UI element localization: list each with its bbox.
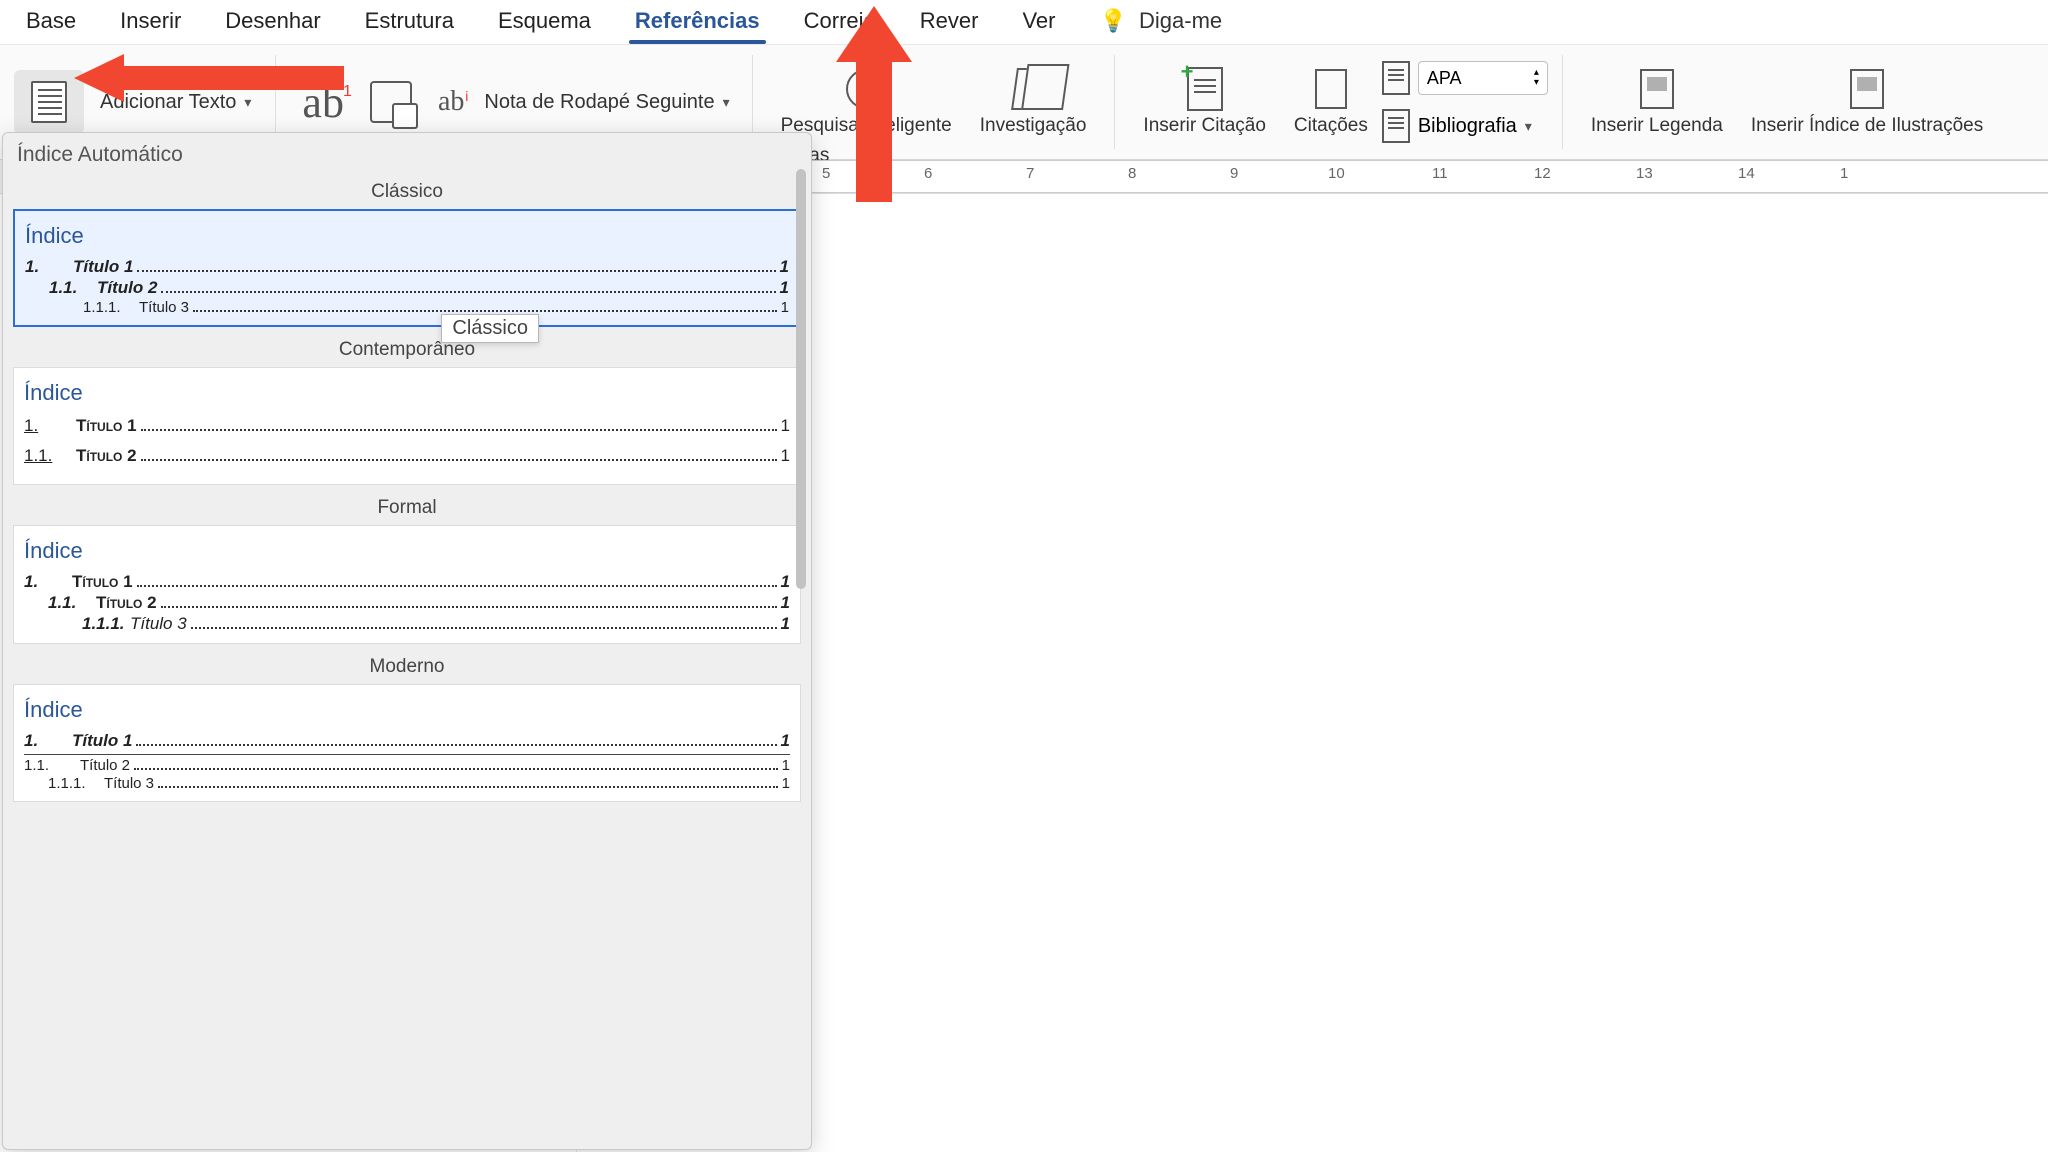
gallery-tooltip: Clássico xyxy=(441,314,539,343)
ruler-tick: 10 xyxy=(1328,165,1345,182)
researcher-label: Investigação xyxy=(980,115,1087,137)
figures-index-icon xyxy=(1850,69,1884,109)
insert-citation-button[interactable]: Inserir Citação xyxy=(1129,67,1280,137)
style-icon xyxy=(1382,61,1410,95)
preview-row: 1.Título 11 xyxy=(24,731,790,751)
preview-row: 1.1.Título 21 xyxy=(24,593,790,613)
gallery-scrollbar[interactable] xyxy=(795,169,807,729)
gallery-option-label: Clássico xyxy=(3,175,811,209)
tellme-label: Diga-me xyxy=(1139,8,1222,33)
preview-row: 1.Título 11 xyxy=(24,416,790,436)
gallery-option-clássico[interactable]: Índice 1.Título 111.1.Título 211.1.1.Títu… xyxy=(13,209,801,327)
preview-heading: Índice xyxy=(24,538,790,564)
researcher-button[interactable]: Investigação xyxy=(966,67,1101,137)
preview-row: 1.1.Título 21 xyxy=(25,278,789,298)
gallery-option-label: Formal xyxy=(3,491,811,525)
tab-inserir[interactable]: Inserir xyxy=(98,2,203,42)
preview-row: 1.1.1.Título 31 xyxy=(24,614,790,634)
insert-caption-button[interactable]: Inserir Legenda xyxy=(1577,67,1737,137)
gallery-option-label: Moderno xyxy=(3,650,811,684)
caption-icon xyxy=(1640,69,1674,109)
lightbulb-icon: 💡 xyxy=(1100,8,1133,33)
preview-row: 1.1.Título 21 xyxy=(24,446,790,466)
insert-citation-label: Inserir Citação xyxy=(1143,115,1266,137)
preview-row: 1.1.Título 21 xyxy=(24,757,790,774)
preview-row: 1.1.1.Título 31 xyxy=(25,299,789,316)
chevron-down-icon: ▾ xyxy=(1525,118,1532,135)
table-of-contents-button[interactable] xyxy=(14,70,84,134)
insert-figures-index-label: Inserir Índice de Ilustrações xyxy=(1751,115,1983,137)
preview-heading: Índice xyxy=(25,223,789,249)
insert-caption-label: Inserir Legenda xyxy=(1591,115,1723,137)
tab-correio[interactable]: Correio xyxy=(782,2,898,42)
insert-figures-index-button[interactable]: Inserir Índice de Ilustrações xyxy=(1737,67,1997,137)
preview-row: 1.Título 11 xyxy=(24,572,790,592)
bibliography-dropdown[interactable]: Bibliografia ▾ xyxy=(1382,109,1548,143)
bibliography-label: Bibliografia xyxy=(1418,115,1517,138)
ruler-tick: 11 xyxy=(1432,165,1448,182)
citation-style-selector[interactable]: APA ▴▾ xyxy=(1382,61,1548,95)
chevron-down-icon: ▾ xyxy=(723,94,730,111)
toc-icon xyxy=(31,81,67,123)
ribbon-tabs: Base Inserir Desenhar Estrutura Esquema … xyxy=(0,0,2048,44)
insert-endnote-icon[interactable]: abi xyxy=(426,86,476,118)
ruler-tick: 8 xyxy=(1128,165,1136,182)
tab-referencias[interactable]: Referências xyxy=(613,2,782,42)
add-text-label: Adicionar Texto xyxy=(100,91,236,114)
ruler-tick: 14 xyxy=(1738,165,1755,182)
citation-style-value: APA xyxy=(1427,68,1462,89)
ruler-tick: 7 xyxy=(1026,165,1034,182)
tab-estrutura[interactable]: Estrutura xyxy=(343,2,476,42)
add-text-dropdown[interactable]: Adicionar Texto ▾ xyxy=(90,85,261,120)
preview-heading: Índice xyxy=(24,380,790,406)
preview-heading: Índice xyxy=(24,697,790,723)
info-icon xyxy=(846,69,886,109)
gallery-option-formal[interactable]: Índice 1.Título 111.1.Título 211.1.1.Títu… xyxy=(13,525,801,644)
tab-ver[interactable]: Ver xyxy=(1000,2,1077,42)
citations-icon xyxy=(1315,69,1347,109)
preview-row: 1.Título 11 xyxy=(25,257,789,277)
ruler-tick: 13 xyxy=(1636,165,1653,182)
gallery-option-label: Contemporâneo xyxy=(3,333,811,367)
tab-rever[interactable]: Rever xyxy=(898,2,1001,42)
tab-desenhar[interactable]: Desenhar xyxy=(203,2,342,42)
book-icon xyxy=(1011,68,1055,110)
preview-row: 1.1.1.Título 31 xyxy=(24,775,790,792)
ruler-tick: 9 xyxy=(1230,165,1238,182)
next-footnote-label: Nota de Rodapé Seguinte xyxy=(484,91,714,114)
stepper-icon: ▴▾ xyxy=(1530,68,1539,88)
citations-button[interactable]: Citações xyxy=(1280,67,1382,137)
insert-footnote-icon[interactable]: ab1 xyxy=(290,77,356,128)
gallery-option-contemporâneo[interactable]: Índice 1.Título 11 1.1.Título 21 xyxy=(13,367,801,485)
smart-lookup-button[interactable]: Pesquisa Inteligente xyxy=(767,67,966,137)
ruler-tick: 1 xyxy=(1840,165,1848,182)
gallery-title: Índice Automático xyxy=(3,133,811,175)
ruler-tick: 6 xyxy=(924,165,932,182)
toc-gallery-dropdown: Índice Automático Clássico Índice 1.Título… xyxy=(2,132,812,1150)
insert-citation-icon xyxy=(1187,67,1223,111)
citations-label: Citações xyxy=(1294,115,1368,137)
bibliography-icon xyxy=(1382,109,1410,143)
next-footnote-dropdown[interactable]: Nota de Rodapé Seguinte ▾ xyxy=(476,91,737,114)
ruler-tick: 12 xyxy=(1534,165,1551,182)
ruler-tick: 5 xyxy=(822,165,830,182)
tab-base[interactable]: Base xyxy=(4,2,98,42)
gallery-option-moderno[interactable]: Índice 1.Título 11 1.1.Título 211.1.1.Títu… xyxy=(13,684,801,802)
tab-esquema[interactable]: Esquema xyxy=(476,2,613,42)
tab-tellme[interactable]: 💡 Diga-me xyxy=(1078,2,1245,42)
notes-pane-icon[interactable] xyxy=(370,81,412,123)
chevron-down-icon: ▾ xyxy=(244,94,251,111)
